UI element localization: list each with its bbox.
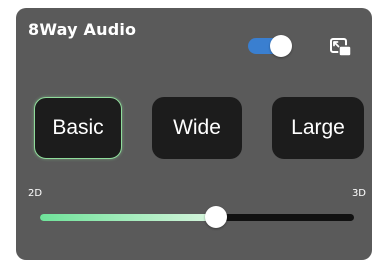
mode-wide-label: Wide [173,116,221,139]
slider-thumb[interactable] [204,206,227,228]
mode-wide-button[interactable]: Wide [152,97,242,159]
slider-min-label: 2D [28,188,43,199]
audio-toggle[interactable] [248,35,292,57]
slider-fill [40,214,216,221]
panel-title: 8Way Audio [28,20,137,39]
mode-large-button[interactable]: Large [272,97,364,159]
dimension-slider[interactable] [40,206,354,228]
slider-max-label: 3D [351,188,366,199]
mode-basic-label: Basic [52,116,104,139]
picture-in-picture-icon[interactable] [330,38,352,58]
audio-panel: 8Way Audio Basic Wide Large 2D 3D [16,8,372,260]
mode-large-label: Large [291,116,345,139]
toggle-knob[interactable] [270,35,292,57]
mode-basic-button[interactable]: Basic [34,97,122,159]
